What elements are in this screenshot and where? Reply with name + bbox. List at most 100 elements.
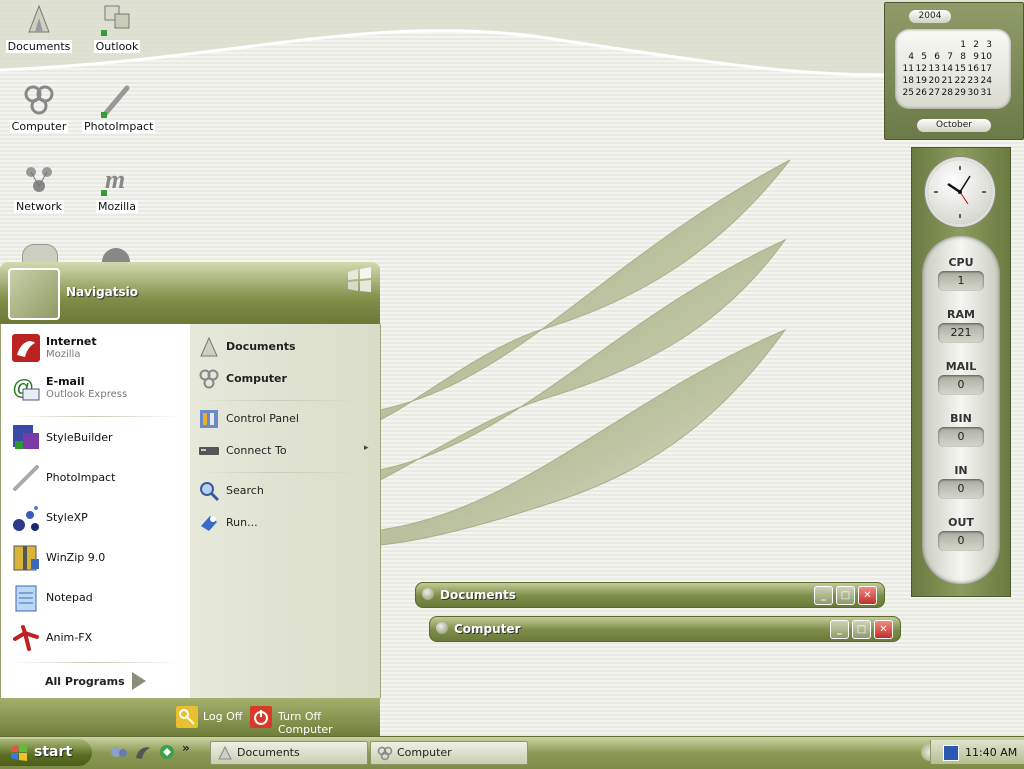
place-control-panel[interactable]: Control Panel [196, 406, 374, 432]
calendar-week: 18 19 20 21 22 23 24 [901, 75, 992, 87]
windows-logo-icon [348, 267, 371, 292]
maximize-button[interactable]: □ [836, 586, 855, 605]
calendar-week: 4 5 6 7 8 9 10 [901, 51, 992, 63]
winzip-icon [13, 545, 39, 571]
photoimpact-icon [13, 465, 39, 491]
stylexp-icon [13, 506, 39, 531]
calendar-day: 1 [960, 40, 966, 50]
stat-bin: BIN 0 [938, 412, 984, 447]
notepad-icon [15, 585, 37, 612]
documents-icon [28, 4, 50, 33]
calendar-day: 13 [928, 64, 940, 74]
calendar-day [927, 39, 940, 51]
close-button[interactable]: ✕ [858, 586, 877, 605]
desktop-icon-label: Computer [9, 120, 69, 133]
place-search[interactable]: Search [196, 478, 374, 504]
stat-value: 0 [938, 479, 984, 499]
recycle-bin-icon[interactable] [22, 244, 58, 264]
calendar-day: 31 [980, 88, 992, 98]
calendar-day [914, 39, 927, 51]
stat-value: 0 [938, 531, 984, 551]
calendar-day: 22 [954, 76, 966, 86]
place-computer[interactable]: Computer [196, 366, 374, 392]
window-icon [436, 622, 448, 634]
desktop-icon-label: Network [14, 200, 64, 213]
quicklaunch-mozilla-icon[interactable] [134, 744, 152, 760]
desktop-icon-network[interactable]: Network [4, 162, 74, 213]
task-documents[interactable]: Documents [210, 741, 368, 765]
desktop-icon-documents[interactable]: Documents [4, 2, 74, 53]
calendar-day: 11 [902, 64, 914, 74]
place-connect-to[interactable]: Connect To ▸ [196, 438, 374, 464]
search-icon [200, 482, 220, 502]
email-icon: @ [12, 375, 40, 401]
calendar-week: 123 [901, 39, 992, 51]
program-anim-fx[interactable]: Anim-FX [9, 622, 185, 656]
window-documents[interactable]: Documents _ □ ✕ [415, 582, 885, 608]
program-stylebuilder[interactable]: StyleBuilder [9, 422, 185, 456]
power-icon [250, 706, 272, 728]
calendar-day: 19 [915, 76, 927, 86]
pinned-email[interactable]: @ E-mail Outlook Express [9, 372, 185, 406]
stat-ram: RAM 221 [938, 308, 984, 343]
maximize-button[interactable]: □ [852, 620, 871, 639]
program-winzip[interactable]: WinZip 9.0 [9, 542, 185, 576]
calendar-grid: 1 2 3 4 5 6 7 8 9 10 11 12 13 14 15 16 17 18 19 20 21 22 23 24 2… [895, 29, 1011, 109]
task-label: Computer [397, 746, 452, 759]
start-menu-footer: Log Off Turn Off Computer [0, 698, 380, 736]
start-button[interactable]: start [0, 739, 92, 766]
calendar-week: 11 12 13 14 15 16 17 [901, 63, 992, 75]
start-menu-places: Documents Computer Control Panel Connect… [190, 324, 381, 698]
system-tray: 11:40 AM [930, 740, 1024, 764]
calendar-day: 28 [941, 88, 953, 98]
desktop-icon-label: Outlook [93, 40, 141, 53]
program-stylexp[interactable]: StyleXP [9, 502, 185, 536]
quicklaunch-network-icon[interactable] [110, 744, 128, 760]
program-photoimpact[interactable]: PhotoImpact [9, 462, 185, 496]
window-icon [422, 588, 434, 600]
pinned-internet[interactable]: Internet Mozilla [9, 332, 185, 366]
desktop-icon-label: PhotoImpact [82, 120, 156, 133]
stat-cpu: CPU 1 [938, 256, 984, 291]
place-run[interactable]: Run... [196, 510, 374, 536]
turn-off-button[interactable]: Turn Off Computer [250, 704, 376, 736]
minimize-button[interactable]: _ [814, 586, 833, 605]
user-name: Navigatsio [66, 285, 138, 299]
desktop-icon-computer[interactable]: Computer [4, 82, 74, 133]
key-icon [176, 706, 198, 728]
minimize-button[interactable]: _ [830, 620, 849, 639]
documents-icon [200, 336, 218, 357]
clock[interactable]: 11:40 AM [965, 746, 1017, 759]
calendar-day: 17 [980, 64, 992, 74]
desktop-icon-outlook[interactable]: Outlook [82, 2, 152, 53]
calendar-day: 3 [986, 40, 992, 50]
calendar-day [940, 39, 953, 51]
quicklaunch-expand-icon[interactable]: » [182, 741, 196, 759]
network-connection-icon [199, 447, 219, 455]
close-button[interactable]: ✕ [874, 620, 893, 639]
task-computer[interactable]: Computer [370, 741, 528, 765]
calendar-day: 4 [908, 52, 914, 62]
window-computer[interactable]: Computer _ □ ✕ [429, 616, 901, 642]
photoimpact-icon [101, 85, 130, 118]
place-documents[interactable]: Documents [196, 334, 374, 360]
tray-app-icon[interactable] [943, 745, 959, 761]
all-programs-button[interactable]: All Programs [45, 670, 155, 694]
log-off-button[interactable]: Log Off [176, 704, 246, 730]
computer-icon [199, 369, 219, 389]
quicklaunch-app-icon[interactable] [158, 744, 176, 760]
desktop-icon-label: Documents [5, 40, 73, 53]
desktop-icon-mozilla[interactable]: m Mozilla [82, 162, 152, 213]
window-title: Documents [440, 588, 516, 602]
stat-in: IN 0 [938, 464, 984, 499]
start-menu-programs: Internet Mozilla @ E-mail Outlook Expres… [0, 324, 191, 698]
calendar-year: 2004 [909, 10, 951, 23]
calendar-day: 25 [902, 88, 914, 98]
calendar-day: 6 [934, 52, 940, 62]
desktop-icon-photoimpact[interactable]: PhotoImpact [82, 82, 156, 133]
stat-mail: MAIL 0 [938, 360, 984, 395]
run-icon [201, 516, 217, 531]
user-avatar[interactable] [8, 268, 60, 320]
program-notepad[interactable]: Notepad [9, 582, 185, 616]
stylebuilder-icon [13, 425, 39, 449]
